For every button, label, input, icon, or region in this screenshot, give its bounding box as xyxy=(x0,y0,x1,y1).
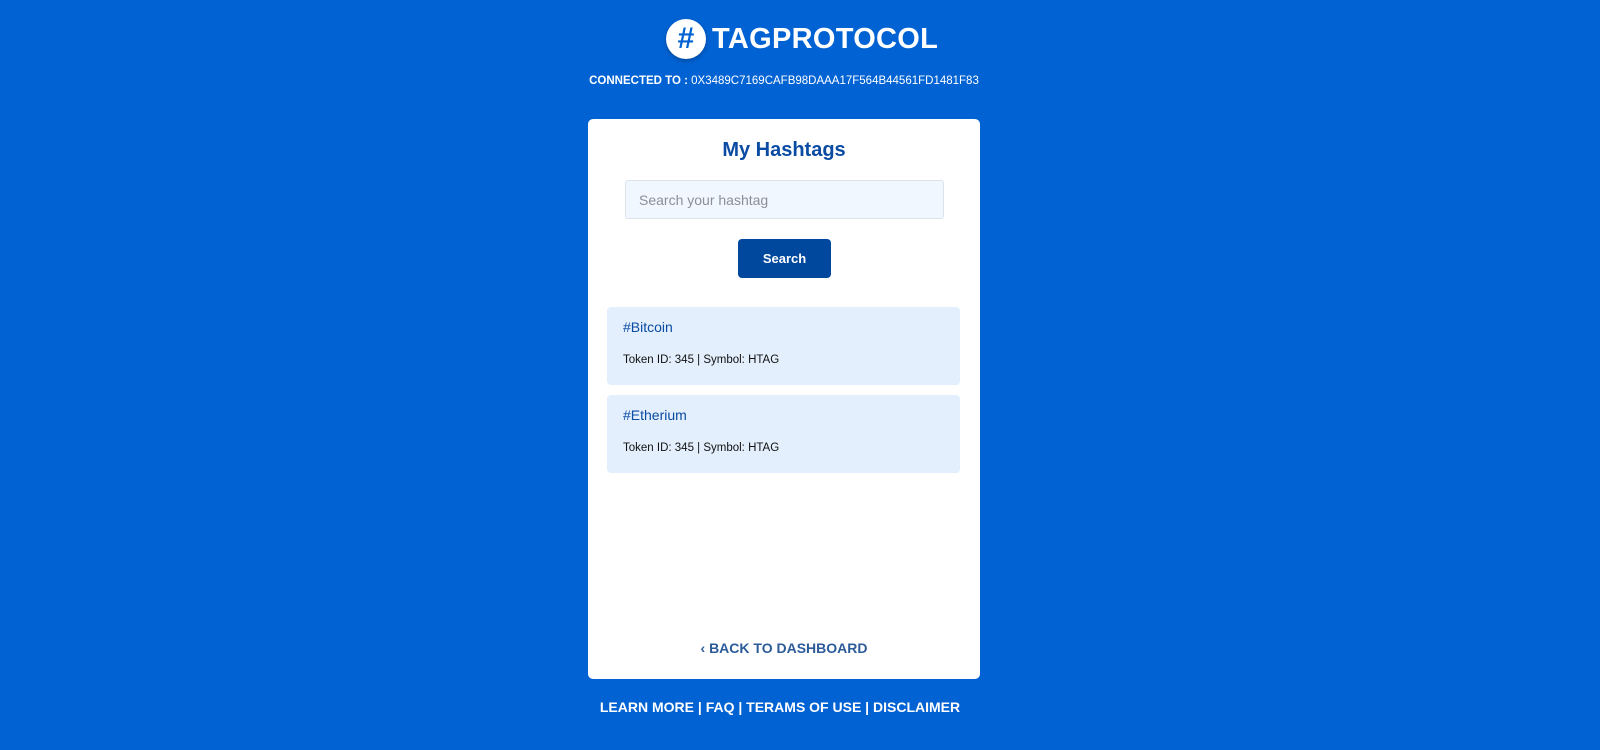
connection-status: CONNECTED TO : 0X3489C7169CAFB98DAAA17F5… xyxy=(0,75,1568,87)
hashtag-name: #Etherium xyxy=(623,407,687,423)
search-button[interactable]: Search xyxy=(738,239,831,278)
terms-link[interactable]: TERAMS OF USE xyxy=(746,699,861,715)
logo[interactable]: # TAGPROTOCOL xyxy=(666,19,938,59)
hashtag-name: #Bitcoin xyxy=(623,319,673,335)
page-title: My Hashtags xyxy=(722,139,846,161)
connected-label: CONNECTED TO : xyxy=(589,75,688,87)
footer-links: LEARN MORE | FAQ | TERAMS OF USE | DISCL… xyxy=(0,699,1560,715)
separator: | xyxy=(693,699,706,715)
search-input[interactable] xyxy=(625,180,944,219)
separator: | xyxy=(861,699,873,715)
back-to-dashboard-link[interactable]: ‹ BACK TO DASHBOARD xyxy=(588,640,980,656)
wallet-address: 0X3489C7169CAFB98DAAA17F564B44561FD1481F… xyxy=(691,75,979,87)
hashtag-list-item[interactable]: #Bitcoin Token ID: 345 | Symbol: HTAG xyxy=(607,307,960,385)
hashtag-list-item[interactable]: #Etherium Token ID: 345 | Symbol: HTAG xyxy=(607,395,960,473)
hashtag-logo-icon: # xyxy=(666,19,706,59)
hashtag-meta: Token ID: 345 | Symbol: HTAG xyxy=(623,354,780,366)
learn-more-link[interactable]: LEARN MORE xyxy=(600,699,694,715)
hashtags-card: My Hashtags Search #Bitcoin Token ID: 34… xyxy=(588,119,980,679)
disclaimer-link[interactable]: DISCLAIMER xyxy=(873,699,960,715)
separator: | xyxy=(734,699,747,715)
faq-link[interactable]: FAQ xyxy=(706,699,735,715)
brand-name: TAGPROTOCOL xyxy=(712,22,939,55)
hashtag-meta: Token ID: 345 | Symbol: HTAG xyxy=(623,442,780,454)
